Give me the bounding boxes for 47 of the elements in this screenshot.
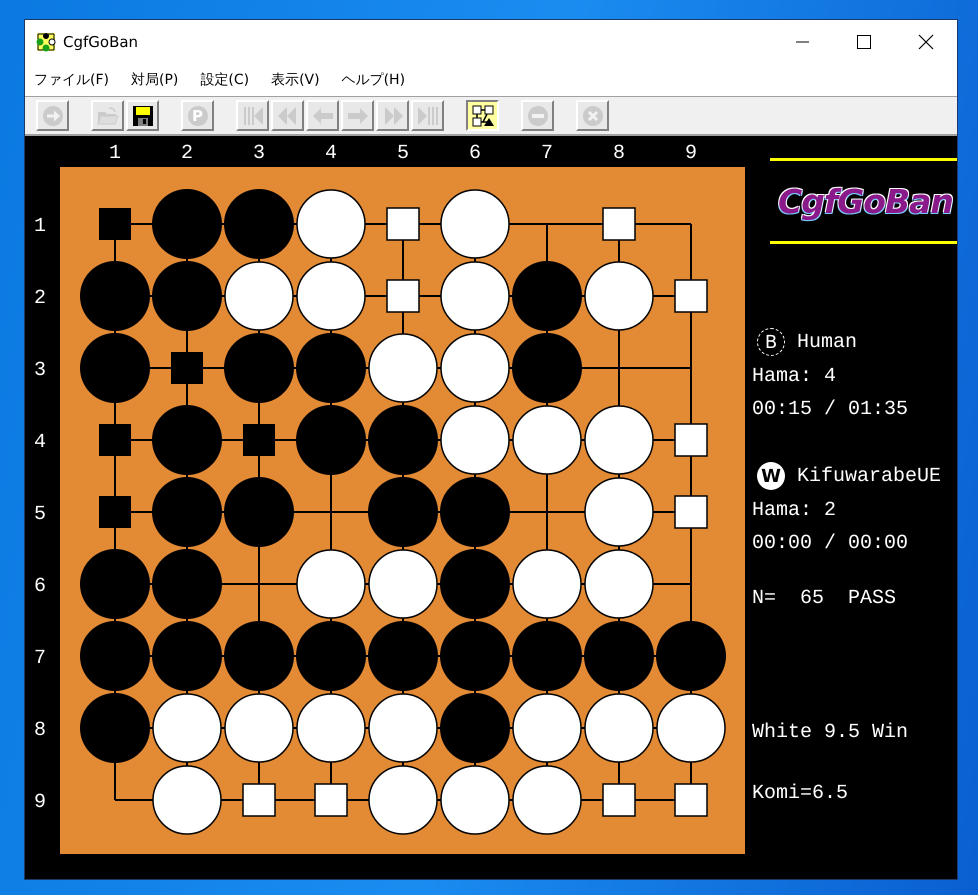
column-label: 9 — [685, 142, 697, 165]
save-button[interactable] — [126, 100, 159, 131]
captures-count: Hama: 2 — [752, 498, 838, 524]
circle-icon — [186, 104, 210, 128]
menu-item[interactable]: ファイル(F) — [27, 71, 116, 89]
player-badge: B — [757, 328, 785, 356]
column-label: 3 — [253, 142, 265, 165]
close-icon — [918, 34, 934, 50]
node-graph-icon — [470, 104, 494, 128]
logo-text: CgfGoBan — [778, 182, 953, 220]
game-result: White 9.5 Win — [752, 720, 910, 746]
column-label: 7 — [541, 142, 553, 165]
column-label: 5 — [397, 142, 409, 165]
minimize-icon — [796, 41, 808, 43]
column-label: 2 — [181, 142, 193, 165]
minus-circle-icon — [526, 104, 550, 128]
player-name: KifuwarabeUE — [797, 464, 942, 488]
time-display: 00:00 / 00:00 — [752, 531, 910, 557]
column-label: 6 — [469, 142, 481, 165]
window-title: CgfGoBan — [63, 33, 138, 51]
column-label: 1 — [109, 142, 121, 165]
row-label: 8 — [34, 719, 46, 742]
move-number: N= 65 PASS — [752, 586, 898, 612]
arrow-right-icon — [40, 104, 64, 128]
column-label: 8 — [613, 142, 625, 165]
time-display: 00:15 / 01:35 — [752, 397, 910, 423]
player-badge: W — [757, 462, 785, 490]
close-circle-icon — [580, 104, 604, 128]
menu-item[interactable]: 対局(P) — [124, 71, 186, 89]
captures-count: Hama: 4 — [752, 364, 838, 390]
row-label: 6 — [34, 575, 46, 598]
score-button[interactable] — [466, 100, 499, 131]
column-label: 4 — [325, 142, 337, 165]
menu-item[interactable]: 表示(V) — [264, 71, 327, 89]
menu-item[interactable]: 設定(C) — [193, 71, 256, 89]
row-label: 5 — [34, 503, 46, 526]
menu-item[interactable]: ヘルプ(H) — [334, 71, 412, 89]
maximize-icon — [857, 35, 871, 49]
player-name: Human — [797, 330, 858, 354]
row-label: 2 — [34, 287, 46, 310]
row-label: 7 — [34, 647, 46, 670]
row-label: 1 — [34, 215, 46, 238]
komi-value: Komi=6.5 — [752, 781, 850, 807]
row-label: 9 — [34, 791, 46, 814]
app-icon — [35, 31, 57, 53]
row-label: 4 — [34, 431, 46, 454]
row-label: 3 — [34, 359, 46, 382]
